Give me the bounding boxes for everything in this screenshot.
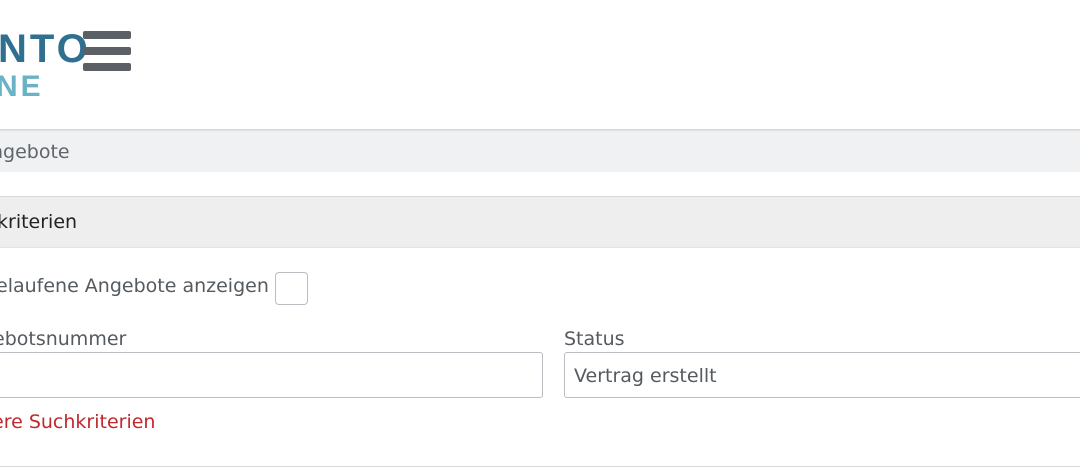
search-criteria-panel-header xyxy=(0,196,1080,248)
show-expired-offers-checkbox[interactable] xyxy=(275,272,308,305)
hamburger-menu-icon[interactable] xyxy=(83,31,131,73)
logo-text-bottom: NE xyxy=(0,70,44,103)
breadcrumb-label: ngebote xyxy=(0,141,70,163)
logo-text-top: NTO xyxy=(0,27,91,71)
divider xyxy=(0,466,1080,467)
status-selected-value: Vertrag erstellt xyxy=(574,365,717,387)
offer-number-input[interactable] xyxy=(0,352,543,398)
menu-bar xyxy=(83,31,131,39)
app-header: NTO NE xyxy=(0,0,1080,130)
show-expired-offers-label: elaufene Angebote anzeigen xyxy=(0,275,269,297)
status-label: Status xyxy=(564,328,625,350)
status-select[interactable]: Vertrag erstellt xyxy=(564,352,1080,398)
menu-bar xyxy=(83,63,131,71)
search-criteria-title: kriterien xyxy=(0,211,78,233)
more-search-criteria-link[interactable]: ere Suchkriterien xyxy=(0,411,155,433)
offer-number-label: ebotsnummer xyxy=(0,328,127,350)
breadcrumb xyxy=(0,132,1080,172)
menu-bar xyxy=(83,47,131,55)
